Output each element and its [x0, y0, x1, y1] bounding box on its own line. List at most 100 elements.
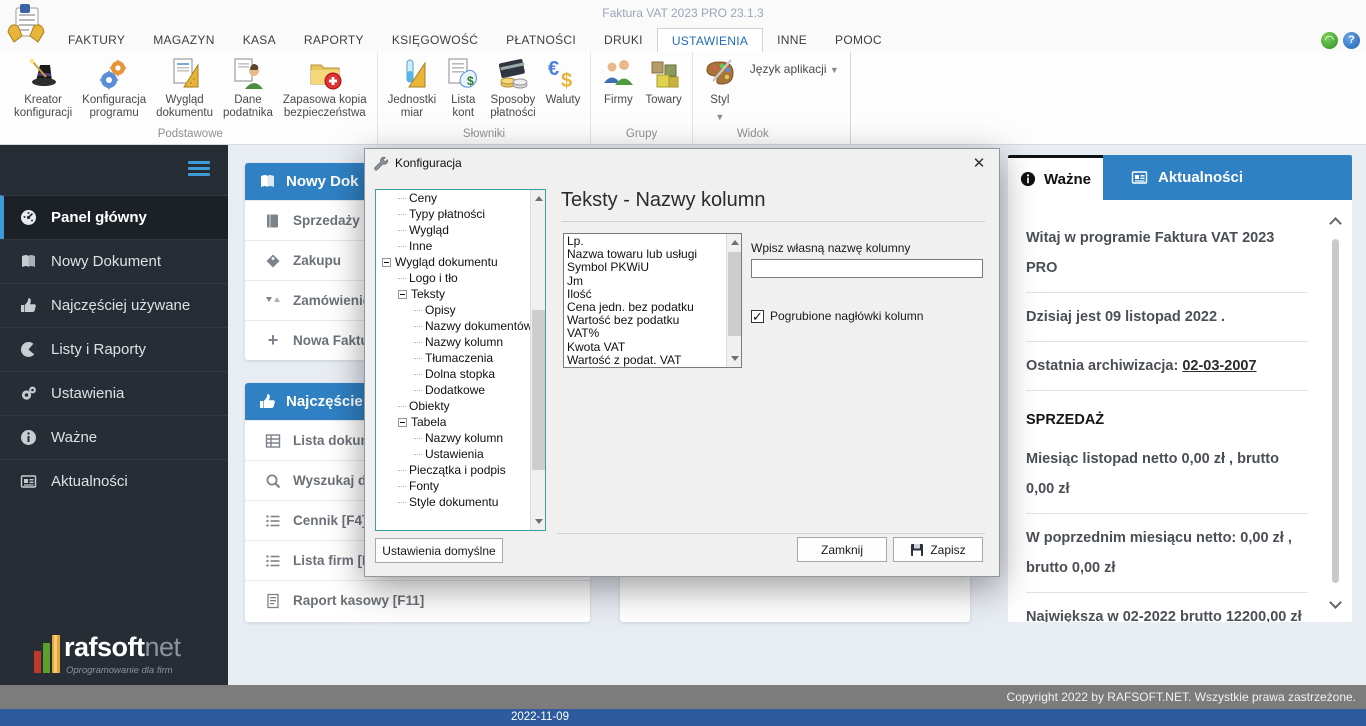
style-palette-icon	[706, 59, 734, 85]
sidebar-item-ustawienia[interactable]: Ustawienia	[0, 371, 228, 415]
ribbon-item-label: Konfiguracja programu	[82, 94, 147, 119]
bold-headers-checkbox-row[interactable]: ✓ Pogrubione nagłówki kolumn	[751, 309, 923, 323]
jezyk-aplikacji-dropdown[interactable]: Język aplikacji ▼	[750, 62, 839, 76]
wyglad-dokumentu-button[interactable]: Wygląd dokumentu	[151, 52, 218, 120]
brand-secondary: net	[144, 632, 182, 662]
dane-podatnika-button[interactable]: Dane podatnika	[218, 52, 278, 120]
firmy-button[interactable]: Firmy	[596, 52, 640, 107]
listbox-item[interactable]: Kwota VAT	[564, 340, 741, 354]
kreator-konfiguracji-button[interactable]: Kreator konfiguracji	[9, 52, 77, 120]
tree-node[interactable]: Teksty	[376, 286, 545, 302]
styl-button[interactable]: Styl ▼	[698, 52, 742, 124]
towary-button[interactable]: Towary	[640, 52, 686, 107]
tree-node[interactable]: Wygląd	[376, 222, 545, 238]
listbox-scroll-up-icon[interactable]	[731, 240, 739, 245]
listbox-item[interactable]: Ilość	[564, 287, 741, 301]
listbox-item[interactable]: VAT%	[564, 327, 741, 340]
tree-node[interactable]: Nazwy kolumn	[376, 334, 545, 350]
tab-druki[interactable]: DRUKI	[590, 28, 657, 52]
tree-node[interactable]: Ceny	[376, 190, 545, 206]
tree-node[interactable]: Dodatkowe	[376, 382, 545, 398]
menu-hamburger-icon[interactable]	[188, 161, 210, 177]
tree-node[interactable]: Nazwy kolumn	[376, 430, 545, 446]
tree-node[interactable]: Dolna stopka	[376, 366, 545, 382]
listbox-item[interactable]: Wartość z podat. VAT	[564, 353, 741, 367]
info-panel-scrollbar[interactable]	[1328, 217, 1344, 609]
sidebar-item-label: Listy i Raporty	[51, 341, 147, 358]
tree-node-label: Logo i tło	[409, 271, 458, 285]
tree-node[interactable]: Logo i tło	[376, 270, 545, 286]
tree-node[interactable]: Nazwy dokumentów	[376, 318, 545, 334]
tree-node[interactable]: Style dokumentu	[376, 494, 545, 510]
tree-scroll-thumb[interactable]	[532, 310, 545, 470]
scroll-up-icon[interactable]	[1329, 217, 1342, 230]
sidebar-item-nowy-dokument[interactable]: Nowy Dokument	[0, 239, 228, 283]
sidebar-item-listy-i-raporty[interactable]: Listy i Raporty	[0, 327, 228, 371]
column-names-listbox[interactable]: Lp. Nazwa towaru lub usługi Symbol PKWiU Jm…	[563, 233, 742, 368]
tree-node-label: Opisy	[425, 303, 456, 317]
tree-scroll-up-icon[interactable]	[535, 196, 543, 201]
menu-item-raport-kasowy[interactable]: Raport kasowy [F11]	[245, 580, 590, 620]
tab-ustawienia[interactable]: USTAWIENIA	[656, 28, 764, 52]
tree-node[interactable]: Ustawienia	[376, 446, 545, 462]
scroll-down-icon[interactable]	[1329, 596, 1342, 609]
custom-column-name-input[interactable]	[751, 259, 983, 278]
tree-leader-line	[398, 229, 406, 231]
jednostki-miar-button[interactable]: Jednostki miar	[383, 52, 442, 120]
collapse-icon[interactable]	[398, 289, 407, 299]
zapasowa-kopia-button[interactable]: Zapasowa kopia bezpieczeństwa	[278, 52, 372, 120]
save-button[interactable]: Zapisz	[893, 537, 983, 562]
collapse-icon[interactable]	[382, 257, 391, 267]
listbox-scroll-down-icon[interactable]	[731, 356, 739, 361]
collapse-icon[interactable]	[398, 417, 407, 427]
network-status-icon[interactable]: ◠	[1321, 32, 1338, 49]
archive-date-link[interactable]: 02-03-2007	[1182, 358, 1256, 374]
tab-faktury[interactable]: FAKTURY	[54, 28, 139, 52]
tab-aktualnosci[interactable]: Aktualności	[1103, 155, 1352, 200]
tab-pomoc[interactable]: POMOC	[821, 28, 896, 52]
tab-raporty[interactable]: RAPORTY	[290, 28, 378, 52]
waluty-button[interactable]: € $ Waluty	[541, 52, 586, 107]
styl-dropdown-icon[interactable]: ▼	[715, 111, 724, 124]
config-tree[interactable]: Ceny Typy płatności Wygląd Inne Wygląd dokum…	[375, 189, 546, 531]
sidebar-item-panel-glowny[interactable]: Panel główny	[0, 195, 228, 239]
tree-node[interactable]: Opisy	[376, 302, 545, 318]
sposoby-platnosci-button[interactable]: Sposoby płatności	[485, 52, 540, 120]
listbox-item[interactable]: Jm	[564, 274, 741, 288]
sidebar-item-label: Panel główny	[51, 209, 147, 226]
sidebar-item-najczesciej-uzywane[interactable]: Najczęściej używane	[0, 283, 228, 327]
dialog-titlebar[interactable]: Konfiguracja ✕	[365, 149, 999, 177]
close-dialog-button[interactable]: Zamknij	[797, 537, 887, 562]
tree-node[interactable]: Wygląd dokumentu	[376, 254, 545, 270]
tree-scrollbar[interactable]	[530, 190, 545, 530]
checkbox-checked-icon[interactable]: ✓	[751, 309, 764, 323]
tab-ksiegowosc[interactable]: KSIĘGOWOŚĆ	[378, 28, 492, 52]
listbox-scrollbar[interactable]	[726, 234, 741, 367]
konfiguracja-programu-button[interactable]: Konfiguracja programu	[77, 52, 151, 120]
default-settings-button[interactable]: Ustawienia domyślne	[375, 538, 503, 563]
tree-node[interactable]: Typy płatności	[376, 206, 545, 222]
dialog-close-icon[interactable]: ✕	[969, 154, 989, 172]
tree-node[interactable]: Pieczątka i podpis	[376, 462, 545, 478]
tree-node[interactable]: Obiekty	[376, 398, 545, 414]
tree-node[interactable]: Fonty	[376, 478, 545, 494]
tree-node[interactable]: Inne	[376, 238, 545, 254]
help-icon[interactable]: ?	[1343, 32, 1360, 49]
sidebar-item-wazne[interactable]: Ważne	[0, 415, 228, 459]
scroll-thumb[interactable]	[1332, 239, 1339, 583]
tree-scroll-down-icon[interactable]	[535, 519, 543, 524]
tree-node[interactable]: Tłumaczenia	[376, 350, 545, 366]
tab-wazne[interactable]: Ważne	[1008, 155, 1103, 200]
tab-inne[interactable]: INNE	[763, 28, 821, 52]
button-label: Zapisz	[930, 542, 966, 557]
tab-magazyn[interactable]: MAGAZYN	[139, 28, 228, 52]
lista-kont-button[interactable]: $ Lista kont	[441, 52, 485, 120]
status-bar: 2022-11-09	[0, 709, 1366, 726]
tab-platnosci[interactable]: PŁATNOŚCI	[492, 28, 590, 52]
listbox-item[interactable]: Symbol PKWiU	[564, 261, 741, 274]
book-icon	[22, 255, 35, 267]
sidebar-item-aktualnosci[interactable]: Aktualności	[0, 459, 228, 503]
listbox-scroll-thumb[interactable]	[728, 252, 741, 336]
tab-kasa[interactable]: KASA	[229, 28, 290, 52]
tree-node[interactable]: Tabela	[376, 414, 545, 430]
